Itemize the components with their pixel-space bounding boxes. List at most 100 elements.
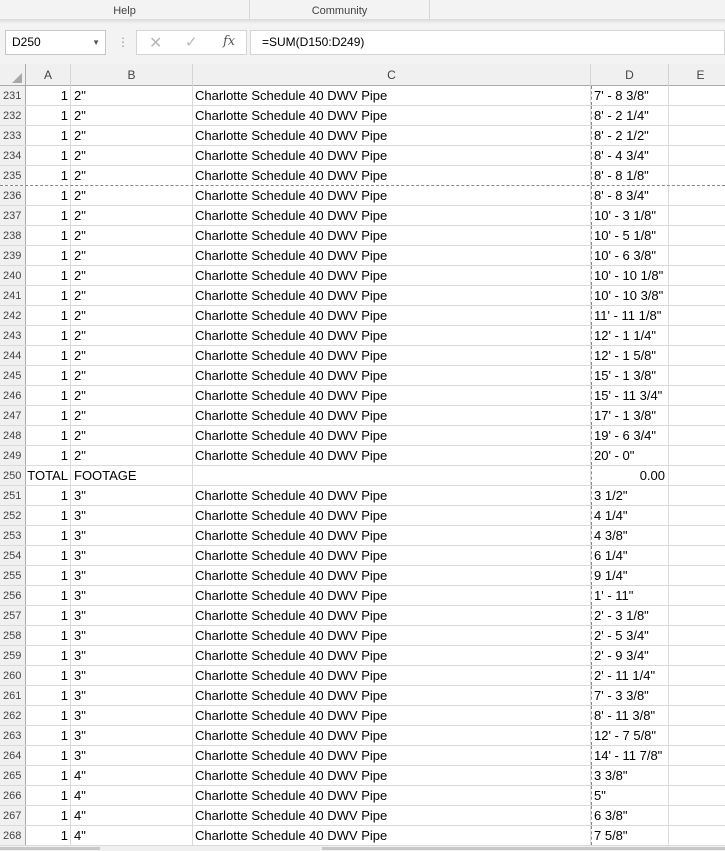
- cell-d[interactable]: 2' - 9 3/4": [591, 646, 669, 665]
- cell-a[interactable]: 1: [26, 186, 71, 205]
- row-header[interactable]: 261: [0, 686, 26, 705]
- cell-e[interactable]: [669, 146, 725, 165]
- cell-c[interactable]: Charlotte Schedule 40 DWV Pipe: [193, 486, 591, 505]
- cell-c[interactable]: Charlotte Schedule 40 DWV Pipe: [193, 646, 591, 665]
- cell-a[interactable]: 1: [26, 666, 71, 685]
- check-icon[interactable]: ✓: [185, 33, 198, 51]
- cell-d[interactable]: 20' - 0": [591, 446, 669, 465]
- sheet-tab-scroll-area[interactable]: [0, 847, 100, 850]
- cell-d[interactable]: 8' - 8 3/4": [591, 186, 669, 205]
- cell-c[interactable]: Charlotte Schedule 40 DWV Pipe: [193, 606, 591, 625]
- row-header[interactable]: 264: [0, 746, 26, 765]
- row-header[interactable]: 254: [0, 546, 26, 565]
- cell-e[interactable]: [669, 786, 725, 805]
- row-header[interactable]: 243: [0, 326, 26, 345]
- cell-b[interactable]: 2": [71, 106, 193, 125]
- cell-b[interactable]: 3": [71, 726, 193, 745]
- cell-e[interactable]: [669, 526, 725, 545]
- cell-e[interactable]: [669, 686, 725, 705]
- cell-a[interactable]: 1: [26, 426, 71, 445]
- cell-c[interactable]: Charlotte Schedule 40 DWV Pipe: [193, 366, 591, 385]
- cell-b[interactable]: 2": [71, 246, 193, 265]
- cell-a[interactable]: 1: [26, 326, 71, 345]
- row-header[interactable]: 245: [0, 366, 26, 385]
- cell-a[interactable]: 1: [26, 126, 71, 145]
- cell-a[interactable]: 1: [26, 526, 71, 545]
- cell-e[interactable]: [669, 166, 725, 185]
- cell-b[interactable]: 2": [71, 206, 193, 225]
- cell-e[interactable]: [669, 186, 725, 205]
- cell-e[interactable]: [669, 306, 725, 325]
- select-all-button[interactable]: [0, 64, 26, 86]
- cell-d[interactable]: 10' - 6 3/8": [591, 246, 669, 265]
- cell-b[interactable]: 2": [71, 446, 193, 465]
- cell-b[interactable]: 2": [71, 266, 193, 285]
- cell-b[interactable]: 3": [71, 586, 193, 605]
- cell-e[interactable]: [669, 806, 725, 825]
- cell-b[interactable]: 3": [71, 506, 193, 525]
- cell-c[interactable]: Charlotte Schedule 40 DWV Pipe: [193, 746, 591, 765]
- row-header[interactable]: 257: [0, 606, 26, 625]
- cell-d[interactable]: 17' - 1 3/8": [591, 406, 669, 425]
- cell-b[interactable]: 2": [71, 306, 193, 325]
- cell-e[interactable]: [669, 206, 725, 225]
- cell-b[interactable]: 3": [71, 486, 193, 505]
- cell-c[interactable]: Charlotte Schedule 40 DWV Pipe: [193, 506, 591, 525]
- cell-e[interactable]: [669, 826, 725, 845]
- cell-d[interactable]: 4 3/8": [591, 526, 669, 545]
- cell-b[interactable]: 2": [71, 426, 193, 445]
- cell-c[interactable]: Charlotte Schedule 40 DWV Pipe: [193, 126, 591, 145]
- cell-c[interactable]: Charlotte Schedule 40 DWV Pipe: [193, 626, 591, 645]
- cell-b[interactable]: 2": [71, 406, 193, 425]
- cell-a[interactable]: 1: [26, 166, 71, 185]
- tab-community[interactable]: Community: [250, 0, 430, 20]
- cell-c[interactable]: Charlotte Schedule 40 DWV Pipe: [193, 666, 591, 685]
- cell-e[interactable]: [669, 646, 725, 665]
- cell-d[interactable]: 4 1/4": [591, 506, 669, 525]
- cell-b[interactable]: 3": [71, 626, 193, 645]
- cell-a[interactable]: 1: [26, 626, 71, 645]
- cell-c[interactable]: Charlotte Schedule 40 DWV Pipe: [193, 186, 591, 205]
- column-header-a[interactable]: A: [26, 64, 71, 86]
- cell-b[interactable]: 4": [71, 806, 193, 825]
- cell-b[interactable]: 3": [71, 546, 193, 565]
- cell-c[interactable]: Charlotte Schedule 40 DWV Pipe: [193, 446, 591, 465]
- cell-a[interactable]: 1: [26, 386, 71, 405]
- cell-d[interactable]: 8' - 11 3/8": [591, 706, 669, 725]
- cell-b[interactable]: 3": [71, 526, 193, 545]
- row-header[interactable]: 244: [0, 346, 26, 365]
- row-header[interactable]: 253: [0, 526, 26, 545]
- column-header-d[interactable]: D: [591, 64, 669, 86]
- cell-b[interactable]: 2": [71, 386, 193, 405]
- cell-d[interactable]: 6 1/4": [591, 546, 669, 565]
- cell-e[interactable]: [669, 486, 725, 505]
- cell-e[interactable]: [669, 406, 725, 425]
- cell-d[interactable]: 11' - 11 1/8": [591, 306, 669, 325]
- cell-c[interactable]: Charlotte Schedule 40 DWV Pipe: [193, 346, 591, 365]
- cell-e[interactable]: [669, 566, 725, 585]
- cell-c[interactable]: Charlotte Schedule 40 DWV Pipe: [193, 526, 591, 545]
- row-header[interactable]: 255: [0, 566, 26, 585]
- cell-a[interactable]: 1: [26, 146, 71, 165]
- cell-d[interactable]: 10' - 5 1/8": [591, 226, 669, 245]
- cell-a[interactable]: 1: [26, 786, 71, 805]
- row-header[interactable]: 249: [0, 446, 26, 465]
- cell-c[interactable]: Charlotte Schedule 40 DWV Pipe: [193, 586, 591, 605]
- cell-c[interactable]: Charlotte Schedule 40 DWV Pipe: [193, 826, 591, 845]
- cell-e[interactable]: [669, 606, 725, 625]
- cell-d[interactable]: 19' - 6 3/4": [591, 426, 669, 445]
- row-header[interactable]: 250: [0, 466, 26, 485]
- cell-b[interactable]: 3": [71, 566, 193, 585]
- cell-b[interactable]: 2": [71, 86, 193, 105]
- cell-a[interactable]: 1: [26, 446, 71, 465]
- cell-e[interactable]: [669, 286, 725, 305]
- cell-d[interactable]: 8' - 8 1/8": [591, 166, 669, 185]
- row-header[interactable]: 267: [0, 806, 26, 825]
- cell-c[interactable]: Charlotte Schedule 40 DWV Pipe: [193, 226, 591, 245]
- cell-a[interactable]: 1: [26, 366, 71, 385]
- row-header[interactable]: 231: [0, 86, 26, 105]
- row-header[interactable]: 268: [0, 826, 26, 845]
- cell-a[interactable]: 1: [26, 586, 71, 605]
- cell-a[interactable]: 1: [26, 566, 71, 585]
- row-header[interactable]: 234: [0, 146, 26, 165]
